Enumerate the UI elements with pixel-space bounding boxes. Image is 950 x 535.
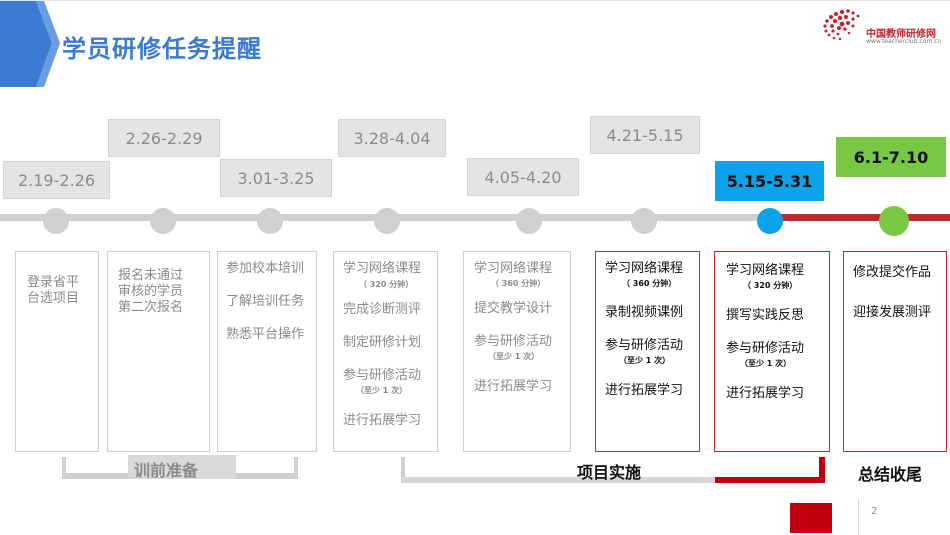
- task-note: （ 320 分钟）: [743, 281, 798, 290]
- footer-accent: [790, 503, 832, 533]
- date-label-active: 5.15-5.31: [715, 161, 824, 201]
- date-label: 3.28-4.04: [338, 119, 446, 157]
- task-item: 参与研修活动: [726, 341, 805, 356]
- page-number: 2: [871, 506, 878, 517]
- timeline-node: [43, 208, 69, 234]
- stage-box: 登录省平 台选项目: [15, 251, 99, 452]
- stage-box: 参加校本培训 了解培训任务 熟悉平台操作: [217, 251, 317, 452]
- timeline-node-active: [757, 208, 783, 234]
- task-item: 进行拓展学习: [474, 379, 553, 394]
- task-item: 提交教学设计: [474, 301, 553, 316]
- task-item: 制定研修计划: [343, 335, 422, 350]
- date-label: 4.05-4.20: [467, 158, 579, 196]
- logo-icon: [823, 9, 860, 41]
- task-item: 撰写实践反思: [726, 308, 805, 323]
- task-item: 迎接发展测评: [853, 305, 932, 320]
- task-item: 进行拓展学习: [605, 383, 684, 398]
- task-item: 学习网络课程: [605, 261, 684, 276]
- task-item: 登录省平: [27, 275, 80, 290]
- task-item: 熟悉平台操作: [226, 327, 305, 342]
- stage-box-final: 修改提交作品 迎接发展测评: [843, 251, 947, 452]
- task-item: 第二次报名: [118, 300, 184, 315]
- task-item: 完成诊断测评: [343, 302, 422, 317]
- task-item: 审核的学员: [118, 284, 184, 299]
- task-item: 参与研修活动: [474, 334, 553, 349]
- task-item: 进行拓展学习: [726, 386, 805, 401]
- phase-label-prep: 训前准备: [134, 461, 199, 480]
- task-note: （ 360 分钟）: [622, 279, 677, 288]
- task-item: 学习网络课程: [474, 261, 553, 276]
- date-label-final: 6.1-7.10: [836, 137, 946, 177]
- timeline-node-final: [879, 206, 909, 236]
- task-note: （至少 1 次）: [740, 359, 792, 368]
- date-label: 2.19-2.26: [3, 161, 110, 199]
- timeline-node: [150, 208, 176, 234]
- date-label: 2.26-2.29: [108, 119, 220, 157]
- task-item: 参与研修活动: [605, 338, 684, 353]
- logo-url: www.teacherclub.com.cn: [866, 38, 942, 45]
- stage-box-active: 学习网络课程 （ 320 分钟） 撰写实践反思 参与研修活动 （至少 1 次） …: [714, 251, 830, 452]
- task-note: （至少 1 次）: [488, 352, 540, 361]
- task-item: 录制视频课例: [605, 305, 684, 320]
- timeline-node: [257, 208, 283, 234]
- stage-box-current: 学习网络课程 （ 360 分钟） 录制视频课例 参与研修活动 （至少 1 次） …: [595, 251, 700, 452]
- footer-divider: [858, 499, 859, 535]
- task-item: 报名未通过: [118, 268, 184, 283]
- stage-box: 学习网络课程 （ 320 分钟） 完成诊断测评 制定研修计划 参与研修活动 （至…: [333, 251, 438, 452]
- task-note: （ 360 分钟）: [491, 279, 546, 288]
- date-label: 3.01-3.25: [220, 159, 332, 197]
- task-item: 台选项目: [27, 291, 80, 306]
- timeline-node: [516, 208, 542, 234]
- timeline-node: [374, 208, 400, 234]
- phase-label-implement: 项目实施: [577, 463, 642, 482]
- date-label: 4.21-5.15: [590, 116, 700, 154]
- slide: 学员研修任务提醒 中国教师研修网 www.teacherclub.com.cn …: [0, 0, 950, 535]
- stage-box: 学习网络课程 （ 360 分钟） 提交教学设计 参与研修活动 （至少 1 次） …: [463, 251, 571, 452]
- phase-label-summary: 总结收尾: [858, 465, 923, 484]
- task-note: （ 320 分钟）: [359, 280, 414, 289]
- task-item: 学习网络课程: [343, 261, 422, 276]
- stage-box: 报名未通过 审核的学员 第二次报名: [107, 251, 210, 452]
- task-item: 进行拓展学习: [343, 413, 422, 428]
- task-item: 参与研修活动: [343, 368, 422, 383]
- timeline-node: [631, 208, 657, 234]
- page-title: 学员研修任务提醒: [62, 35, 262, 63]
- task-item: 学习网络课程: [726, 263, 805, 278]
- timeline-track: [0, 214, 950, 221]
- task-item: 了解培训任务: [226, 294, 305, 309]
- task-note: （至少 1 次）: [619, 356, 671, 365]
- task-note: （至少 1 次）: [356, 386, 408, 395]
- task-item: 修改提交作品: [853, 265, 932, 280]
- task-item: 参加校本培训: [226, 261, 305, 276]
